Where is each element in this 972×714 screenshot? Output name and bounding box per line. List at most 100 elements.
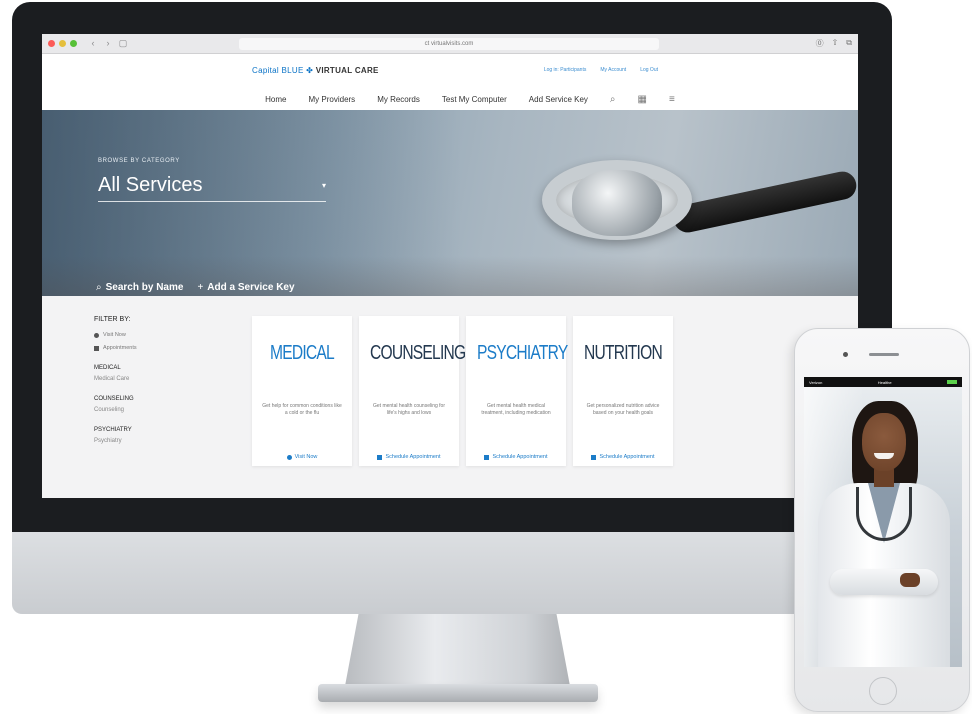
service-card-psychiatry[interactable]: PSYCHIATRY Get mental health medical tre… (466, 316, 568, 466)
hero-actions: ⌕ Search by Name + Add a Service Key (96, 282, 295, 293)
browser-toolbar: ‹ › ▢ ct virtualvisits.com ⓪ ⇧ ⧉ (42, 34, 858, 54)
schedule-appointment-button[interactable]: Schedule Appointment (573, 454, 673, 460)
filter-title: FILTER BY: (94, 316, 131, 323)
menu-icon[interactable]: ≡ (669, 94, 675, 105)
util-link-account[interactable]: My Account (600, 67, 626, 73)
site-logo[interactable]: Capital BLUE ✤ VIRTUAL CARE (252, 66, 379, 75)
card-description: Get mental health medical treatment, inc… (481, 403, 551, 416)
card-title: MEDICAL (270, 342, 335, 364)
address-bar[interactable]: ct virtualvisits.com (239, 37, 659, 50)
card-description: Get help for common conditions like a co… (262, 403, 342, 416)
card-title: NUTRITION (584, 342, 663, 364)
util-link-logout[interactable]: Log Out (640, 67, 658, 73)
sidebar-icon[interactable]: ▢ (117, 38, 129, 49)
reader-icon[interactable]: ⓪ (816, 38, 824, 49)
app-title: Healthe (877, 379, 892, 385)
maximize-window-button[interactable] (70, 40, 77, 47)
filter-group-item[interactable]: Psychiatry (94, 438, 214, 444)
card-title: PSYCHIATRY (477, 342, 568, 364)
card-cta-label: Schedule Appointment (385, 454, 441, 460)
nav-test-my-computer[interactable]: Test My Computer (442, 95, 507, 104)
filter-group-item[interactable]: Medical Care (94, 376, 214, 382)
doctor-hand (900, 573, 920, 587)
schedule-appointment-button[interactable]: Schedule Appointment (359, 454, 459, 460)
search-by-name-label: Search by Name (105, 282, 184, 293)
front-camera (843, 352, 848, 357)
filter-group-title: COUNSELING (94, 396, 134, 402)
calendar-icon (484, 454, 490, 460)
tabs-icon[interactable]: ⧉ (846, 38, 852, 49)
minimize-window-button[interactable] (59, 40, 66, 47)
add-service-key-link[interactable]: + Add a Service Key (197, 282, 294, 293)
nav-my-providers[interactable]: My Providers (309, 95, 356, 104)
smartphone: Verizon Healthe (794, 328, 970, 712)
calendar-icon[interactable]: ▦ (638, 94, 647, 105)
browse-label: BROWSE BY CATEGORY (98, 158, 180, 164)
forward-icon[interactable]: › (102, 38, 114, 49)
filter-group-title: PSYCHIATRY (94, 427, 132, 433)
filter-group-item[interactable]: Counseling (94, 407, 214, 413)
search-icon: ⌕ (96, 282, 102, 293)
video-icon (94, 332, 99, 338)
services-section: FILTER BY: Visit Now Appointments MEDICA… (42, 296, 858, 498)
back-icon[interactable]: ‹ (87, 38, 99, 49)
video-call-feed (804, 387, 962, 667)
card-cta-label: Visit Now (294, 454, 318, 460)
util-link-login[interactable]: Log in: Participants (544, 67, 587, 73)
phone-screen: Verizon Healthe (804, 377, 962, 667)
main-nav: Home My Providers My Records Test My Com… (42, 88, 858, 110)
visit-now-button[interactable]: Visit Now (252, 454, 352, 460)
search-icon[interactable]: ⌕ (610, 94, 616, 105)
video-icon (286, 454, 292, 460)
filter-sidebar: FILTER BY: Visit Now Appointments MEDICA… (94, 316, 214, 444)
plus-icon: + (197, 282, 204, 293)
card-description: Get mental health counseling for life's … (373, 403, 445, 416)
calendar-icon (377, 454, 383, 460)
phone-status-bar: Verizon Healthe (804, 377, 962, 387)
service-card-nutrition[interactable]: NUTRITION Get personalized nutrition adv… (573, 316, 673, 466)
logo-brand: Capital BLUE (252, 66, 304, 75)
search-by-name-link[interactable]: ⌕ Search by Name (96, 282, 183, 293)
logo-product: VIRTUAL CARE (315, 66, 379, 75)
category-select[interactable]: All Services ▾ (98, 170, 326, 202)
nav-home[interactable]: Home (265, 95, 286, 104)
filter-option-label: Visit Now (103, 332, 126, 338)
utility-links: Log in: Participants My Account Log Out (544, 67, 658, 73)
site-header: Capital BLUE ✤ VIRTUAL CARE Log in: Part… (42, 54, 858, 88)
schedule-appointment-button[interactable]: Schedule Appointment (466, 454, 566, 460)
card-cta-label: Schedule Appointment (599, 454, 655, 460)
imac-chin (12, 532, 892, 614)
home-button[interactable] (869, 677, 897, 705)
service-cards: MEDICAL Get help for common conditions l… (252, 316, 673, 466)
calendar-icon (94, 345, 99, 351)
browser-nav: ‹ › ▢ (87, 38, 129, 49)
filter-option-label: Appointments (103, 345, 137, 351)
battery-icon (946, 380, 957, 384)
browser-actions: ⓪ ⇧ ⧉ (816, 38, 852, 49)
card-title: COUNSELING (370, 342, 466, 364)
stethoscope-icon (856, 487, 912, 541)
filter-appointments[interactable]: Appointments (94, 345, 214, 351)
service-card-counseling[interactable]: COUNSELING Get mental health counseling … (359, 316, 466, 466)
calendar-icon (591, 454, 597, 460)
share-icon[interactable]: ⇧ (832, 38, 839, 49)
chevron-down-icon: ▾ (321, 181, 326, 190)
window-controls (48, 40, 77, 47)
nav-my-records[interactable]: My Records (377, 95, 420, 104)
desktop-screen: ‹ › ▢ ct virtualvisits.com ⓪ ⇧ ⧉ Capital… (42, 34, 858, 498)
imac-stand-neck (345, 614, 570, 686)
service-card-medical[interactable]: MEDICAL Get help for common conditions l… (252, 316, 352, 466)
doctor-neck (874, 469, 894, 487)
card-description: Get personalized nutrition advice based … (586, 403, 660, 416)
add-service-key-label: Add a Service Key (207, 282, 295, 293)
doctor-crossed-arms (830, 569, 938, 595)
earpiece-speaker (869, 353, 899, 356)
filter-visit-now[interactable]: Visit Now (94, 332, 214, 338)
url-text: ct virtualvisits.com (424, 40, 474, 47)
doctor-face (862, 413, 906, 471)
close-window-button[interactable] (48, 40, 55, 47)
carrier-label: Verizon (809, 379, 823, 385)
category-value: All Services (98, 174, 203, 196)
stethoscope-head-image (572, 170, 662, 236)
nav-add-service-key[interactable]: Add Service Key (529, 95, 588, 104)
